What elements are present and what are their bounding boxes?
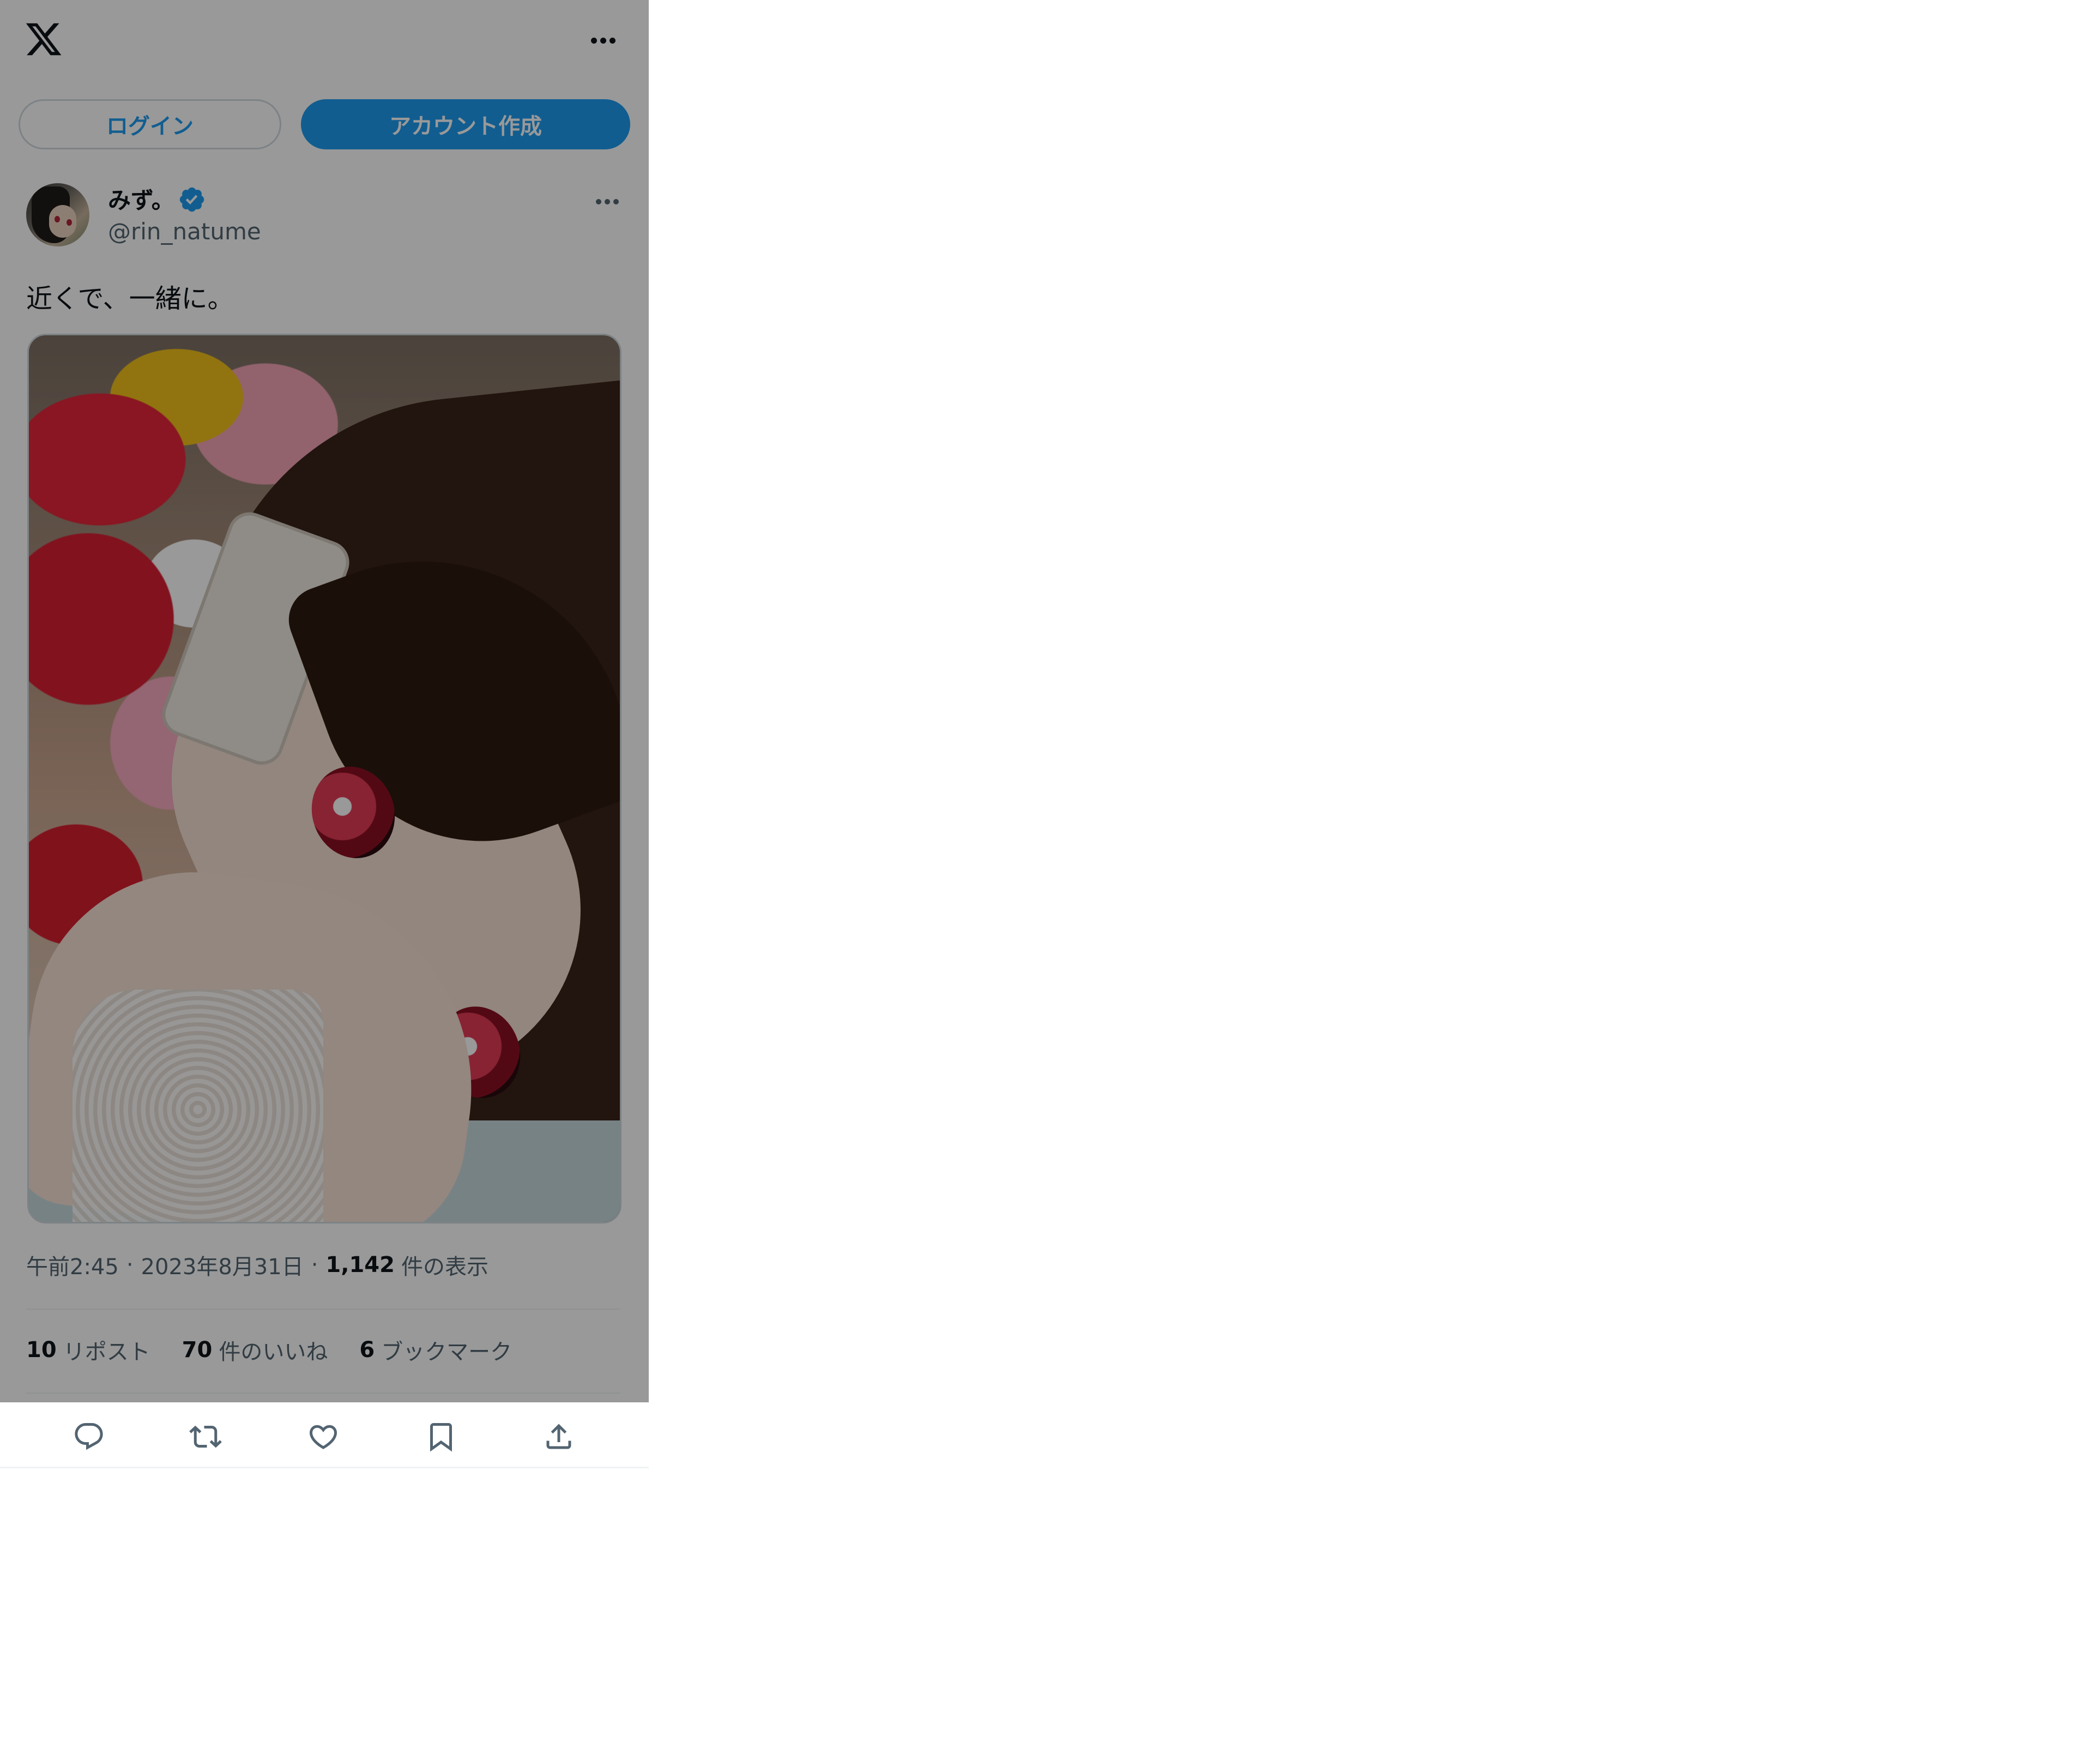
meta-separator: · (126, 1252, 134, 1277)
top-bar (0, 0, 649, 82)
divider (0, 1467, 649, 1468)
login-button[interactable]: ログイン (19, 99, 281, 149)
create-account-button[interactable]: アカウント作成 (301, 99, 630, 149)
views-count: 1,142 (325, 1252, 395, 1277)
author-display-name[interactable]: みず。 (108, 183, 174, 214)
divider (26, 1393, 620, 1394)
tweet-page: ログイン アカウント作成 みず。 @rin_natume 近くで、一緒に。 午前… (0, 0, 649, 1469)
bookmarks-stat[interactable]: 6 ブックマーク (359, 1334, 512, 1366)
divider (26, 1309, 620, 1310)
views-label: 件の表示 (401, 1255, 488, 1280)
tweet-meta: 午前2:45 · 2023年8月31日 · 1,142 件の表示 (26, 1249, 488, 1281)
reposts-stat[interactable]: 10 リポスト (26, 1334, 150, 1366)
share-icon[interactable] (540, 1418, 578, 1456)
likes-count: 70 (182, 1337, 213, 1363)
likes-stat[interactable]: 70 件のいいね (182, 1334, 328, 1366)
likes-label: 件のいいね (219, 1340, 328, 1365)
bookmarks-label: ブックマーク (381, 1340, 512, 1365)
tweet-time[interactable]: 午前2:45 (26, 1249, 119, 1281)
author-handle[interactable]: @rin_natume (108, 216, 261, 246)
like-icon[interactable] (304, 1418, 342, 1456)
tweet-photo[interactable] (27, 334, 621, 1223)
verified-badge-icon[interactable] (178, 185, 206, 214)
more-horizontal-icon[interactable] (587, 28, 619, 52)
tweet-stats: 10 リポスト 70 件のいいね 6 ブックマーク (26, 1334, 544, 1366)
reply-icon[interactable] (70, 1418, 108, 1456)
x-logo-icon[interactable] (24, 20, 63, 59)
tweet-date[interactable]: 2023年8月31日 (141, 1249, 304, 1281)
bookmarks-count: 6 (359, 1337, 375, 1363)
avatar[interactable] (26, 183, 89, 246)
tweet-text: 近くで、一緒に。 (26, 284, 234, 314)
bookmark-icon[interactable] (422, 1418, 460, 1456)
reposts-count: 10 (26, 1337, 57, 1363)
reposts-label: リポスト (63, 1340, 150, 1365)
repost-icon[interactable] (186, 1418, 225, 1456)
meta-separator: · (311, 1252, 318, 1277)
action-bar (0, 1402, 649, 1468)
tweet-more-icon[interactable] (591, 190, 624, 214)
dimmed-content: ログイン アカウント作成 みず。 @rin_natume 近くで、一緒に。 午前… (0, 0, 649, 1402)
